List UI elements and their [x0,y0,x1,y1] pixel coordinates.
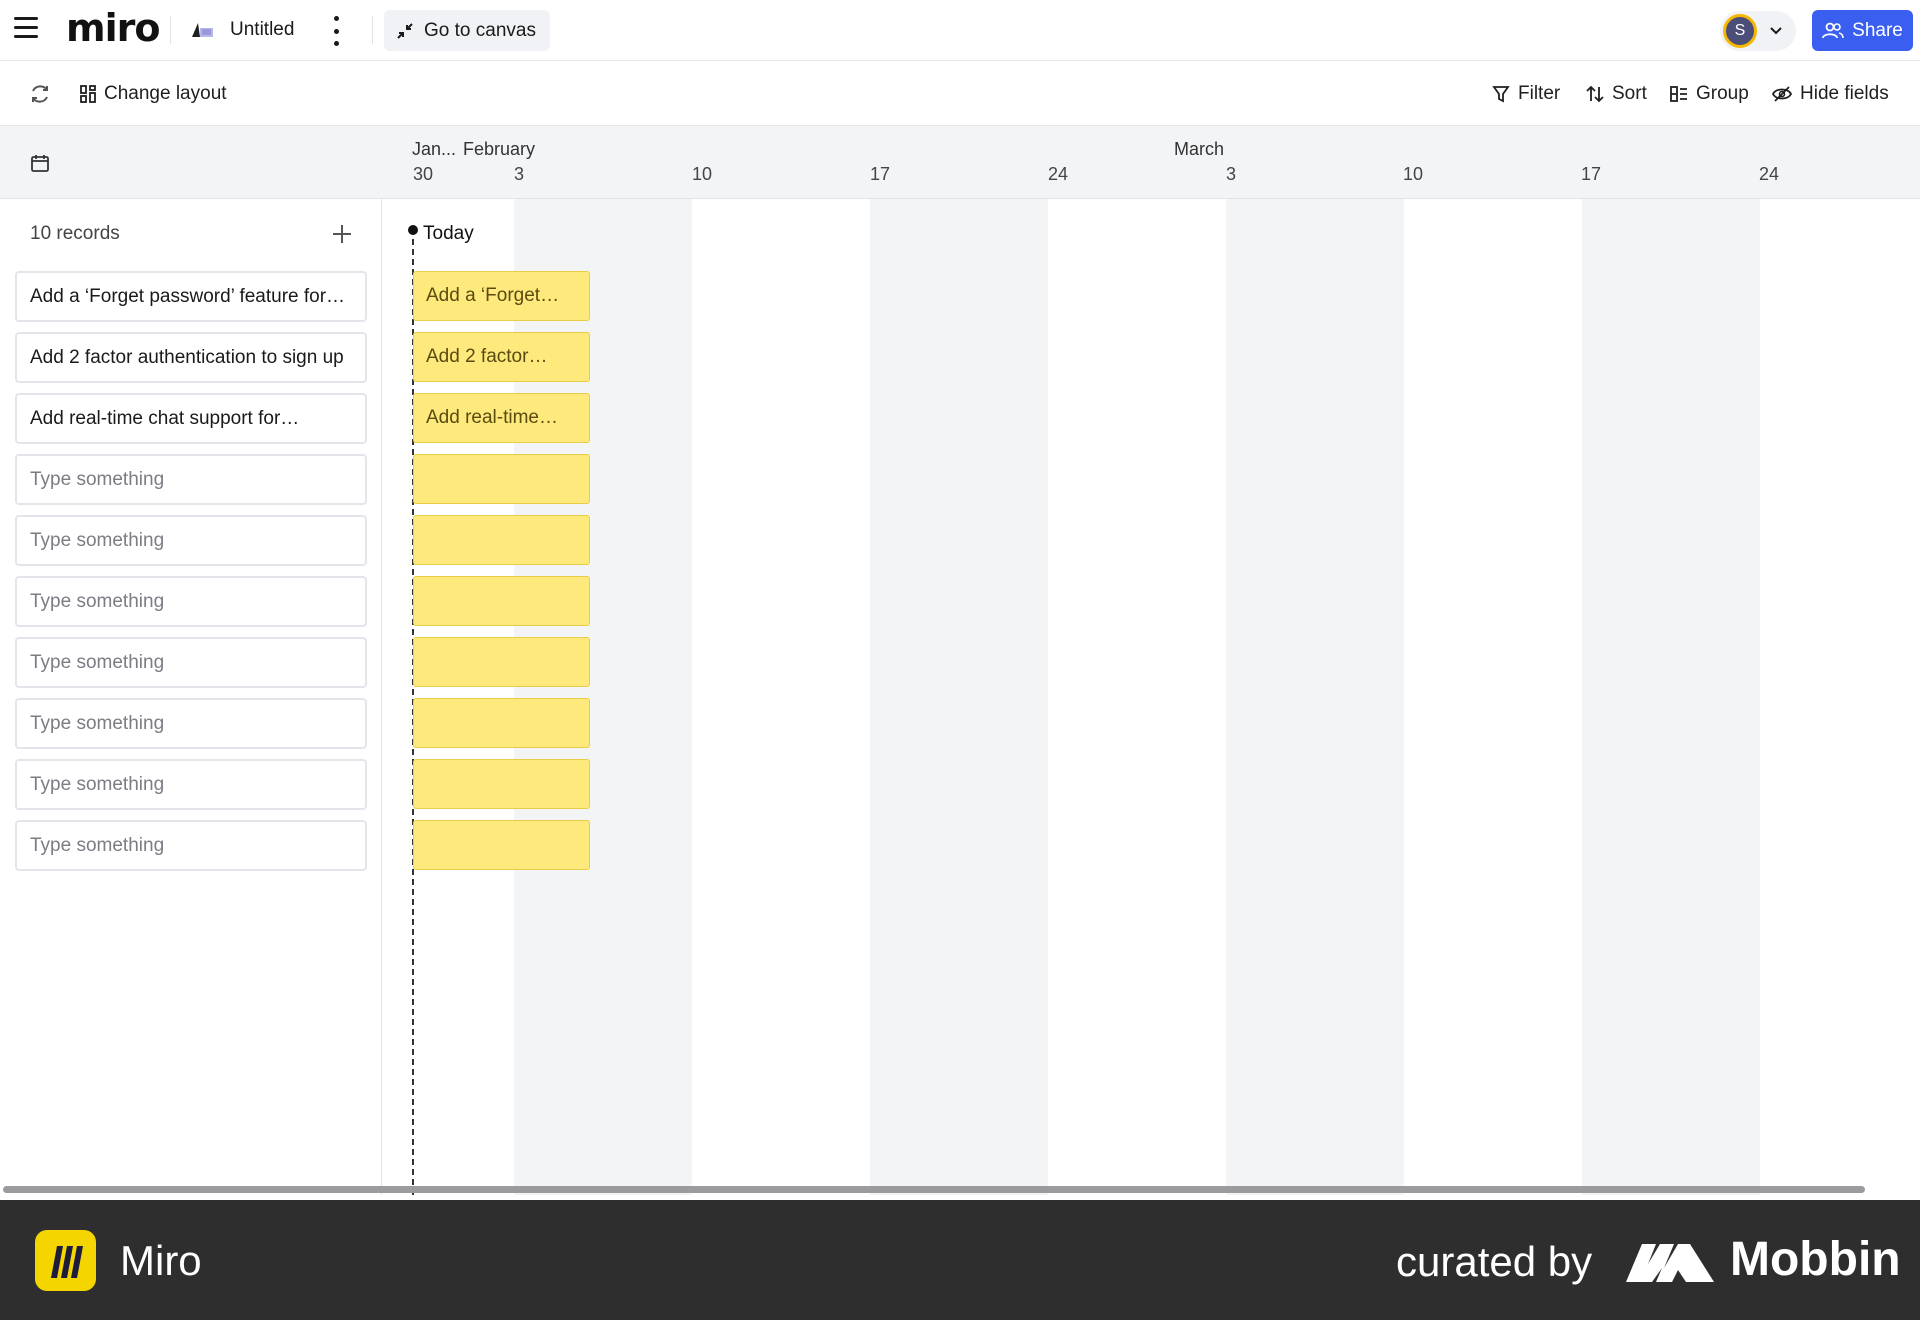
timeline-grid: Today Add a ‘Forget… Add 2 factor… Add rea… [383,199,1920,1195]
group-icon [1670,86,1687,102]
sync-icon [32,85,48,103]
curated-by-label: curated by [1396,1238,1593,1285]
sync-button[interactable] [28,62,52,126]
timeline-bar[interactable] [413,454,590,504]
footer-app-name: Miro [120,1237,202,1284]
board-icon [192,23,213,37]
record-title-field[interactable]: Type something [15,576,367,627]
day-label: 3 [1225,164,1237,184]
timeline-bar[interactable] [413,759,590,809]
today-marker-dot [408,225,418,235]
menu-icon[interactable] [14,17,40,43]
hide-fields-label: Hide fields [1800,83,1889,104]
more-options-icon[interactable] [330,16,342,46]
day-label: 30 [412,164,434,184]
day-label: 17 [1580,164,1602,184]
sort-button[interactable]: Sort [1586,62,1647,126]
month-label: Jan... [412,139,457,159]
change-layout-button[interactable]: Change layout [80,62,227,126]
records-count: 10 records [30,223,120,244]
record-title-field[interactable]: Type something [15,454,367,505]
add-record-button[interactable] [329,221,355,247]
top-bar: miro Untitled Go to canvas S Share [0,0,1920,61]
eye-off-icon [1772,86,1792,102]
users-icon [1822,22,1844,38]
mobbin-brand: Mobbin [1730,1233,1901,1286]
timeline-bar[interactable]: Add 2 factor… [413,332,590,382]
hide-fields-button[interactable]: Hide fields [1772,62,1889,126]
share-label: Share [1852,19,1903,41]
month-label: February [463,139,536,159]
week-band [870,199,1048,1195]
timeline-bar[interactable]: Add real-time… [413,393,590,443]
record-title-field[interactable]: Type something [15,637,367,688]
share-button[interactable]: Share [1812,10,1913,51]
sort-icon [1586,85,1604,103]
horizontal-scrollbar[interactable] [3,1186,1865,1193]
calendar-icon[interactable] [30,153,50,173]
footer-banner: Miro curated by Mobbin [0,1200,1920,1320]
record-title-field[interactable]: Type something [15,698,367,749]
week-band [1226,199,1404,1195]
group-button[interactable]: Group [1670,62,1749,126]
filter-icon [1492,86,1510,103]
divider [170,16,171,44]
group-label: Group [1696,83,1749,104]
timeline-bar[interactable] [413,820,590,870]
avatar: S [1723,14,1757,48]
timeline-bar[interactable]: Add a ‘Forget… [413,271,590,321]
record-title-field[interactable]: Type something [15,820,367,871]
filter-button[interactable]: Filter [1492,62,1560,126]
record-title-field[interactable]: Add 2 factor authentication to sign up [15,332,367,383]
timeline-bar[interactable] [413,515,590,565]
change-layout-label: Change layout [104,83,227,104]
today-label: Today [423,223,474,244]
chevron-down-icon [1770,27,1782,35]
user-menu[interactable]: S [1720,11,1796,51]
record-title-field[interactable]: Add real-time chat support for… [15,393,367,444]
timeline-bar[interactable] [413,576,590,626]
layout-icon [80,85,96,103]
day-label: 24 [1047,164,1069,184]
day-label: 24 [1758,164,1780,184]
filter-label: Filter [1518,83,1561,104]
day-label: 17 [869,164,891,184]
record-title-field[interactable]: Type something [15,759,367,810]
week-band [1582,199,1760,1195]
timeline-bar[interactable] [413,698,590,748]
board-title[interactable]: Untitled [230,19,294,41]
mobbin-logo-icon [1626,1244,1714,1282]
day-label: 10 [691,164,713,184]
miro-mark-icon [50,1245,83,1278]
go-to-canvas-label: Go to canvas [424,19,536,41]
timeline-bar[interactable] [413,637,590,687]
timeline-header: Jan... February March 30 3 10 17 24 3 10… [0,126,1920,199]
day-label: 10 [1402,164,1424,184]
go-to-canvas-button[interactable]: Go to canvas [384,10,550,51]
day-label: 3 [513,164,525,184]
record-title-field[interactable]: Add a ‘Forget password’ feature for… [15,271,367,322]
record-title-field[interactable]: Type something [15,515,367,566]
miro-logo[interactable]: miro [66,6,160,50]
view-toolbar: Change layout Filter Sort Group Hide fie… [0,62,1920,126]
sort-label: Sort [1612,83,1647,104]
collapse-arrows-icon [397,22,413,39]
miro-timeline-view: miro Untitled Go to canvas S Share Chang… [0,0,1920,1320]
miro-app-icon [35,1230,96,1291]
month-label: March [1174,139,1225,159]
records-panel: 10 records Add a ‘Forget password’ featu… [0,199,382,1195]
divider [372,16,373,44]
